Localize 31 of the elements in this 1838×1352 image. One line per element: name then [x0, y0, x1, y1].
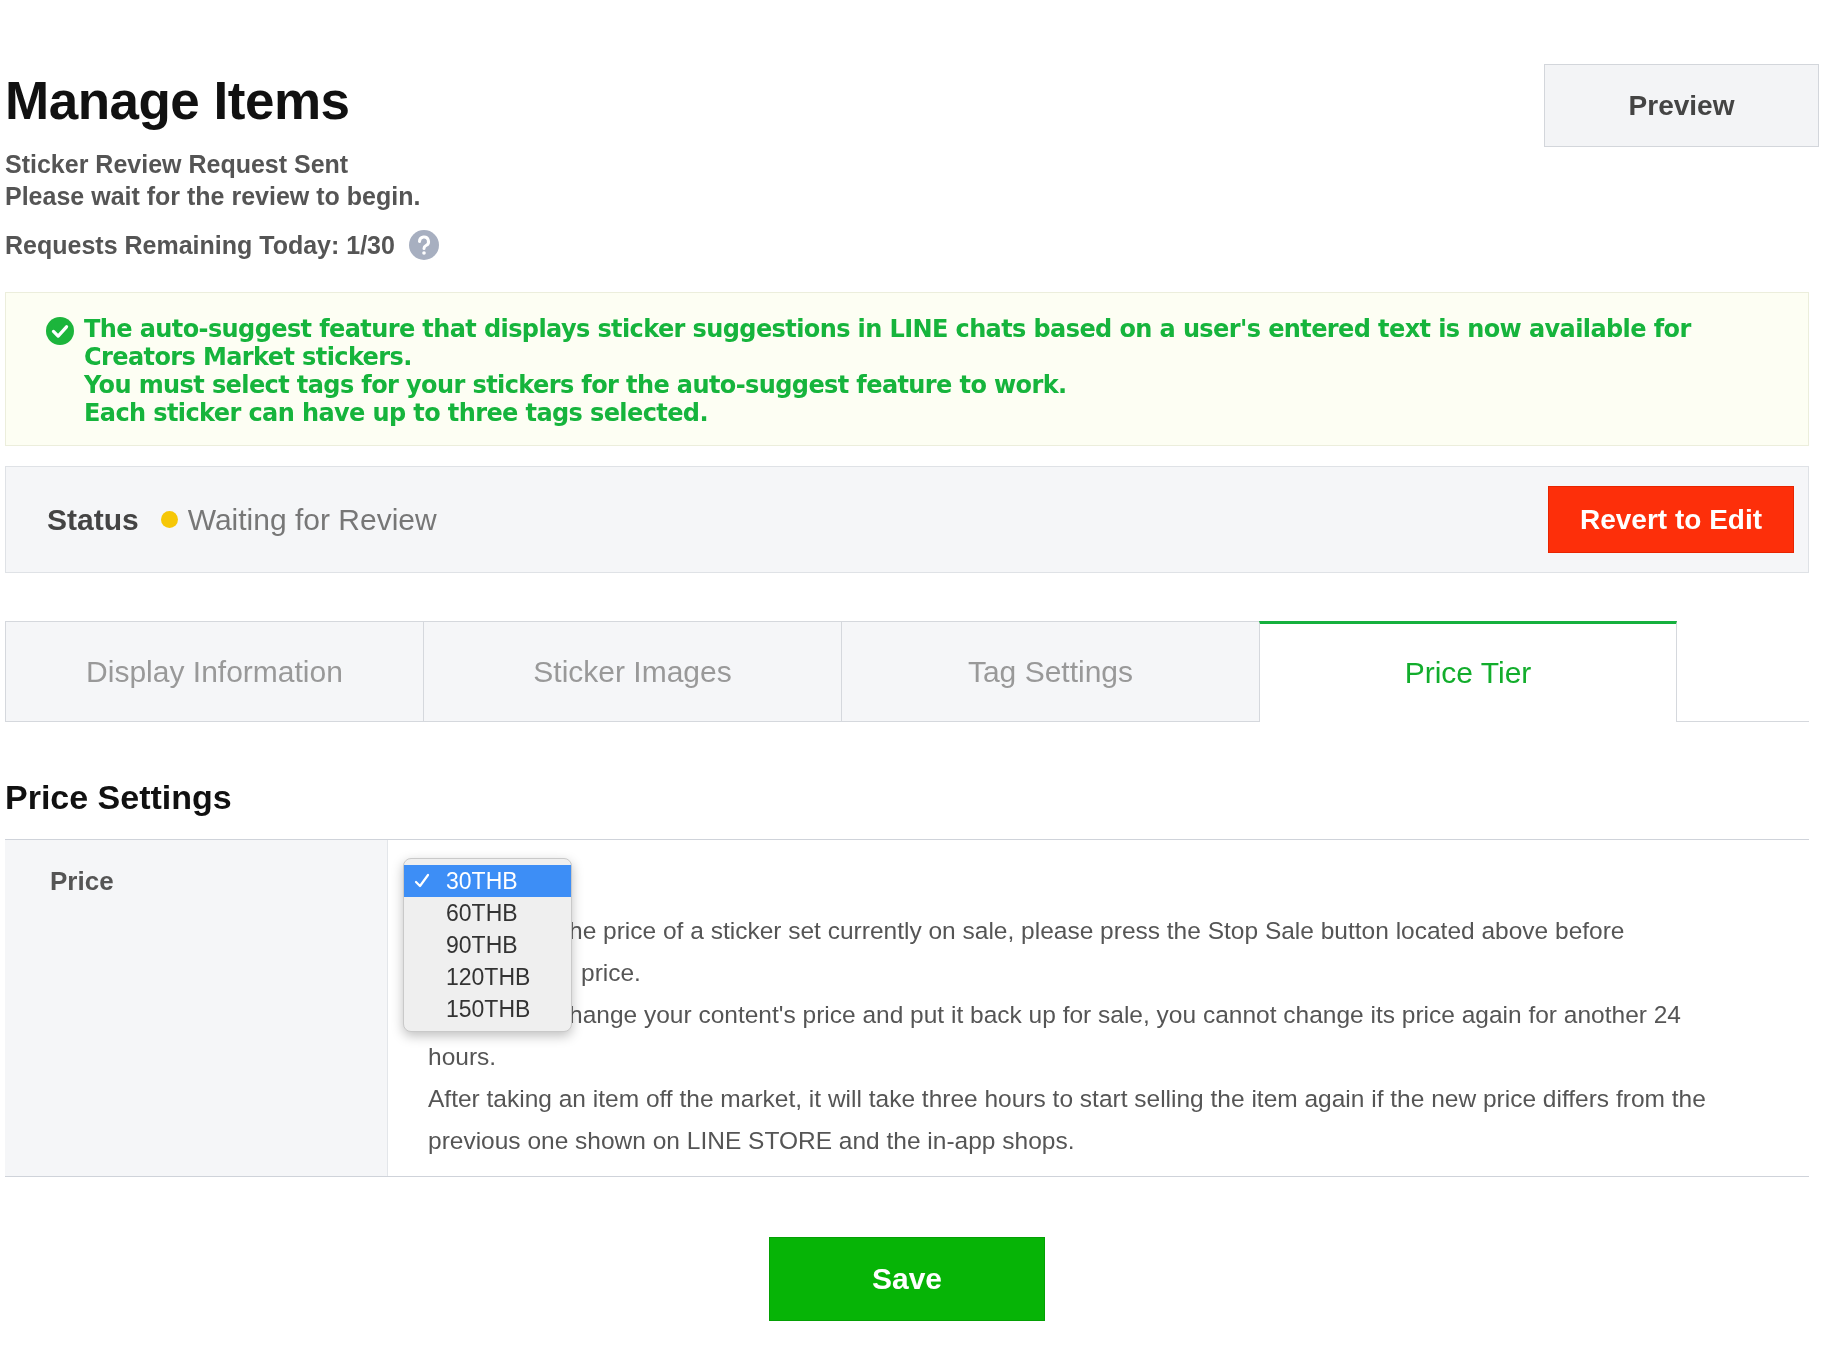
help-icon: [408, 230, 439, 261]
tab[interactable]: Price Tier: [1259, 621, 1677, 723]
dropdown-option[interactable]: 120THB: [404, 961, 571, 994]
requests-remaining: Requests Remaining Today: 1/30: [5, 230, 395, 260]
check-circle-icon: [46, 317, 74, 346]
page-title: Manage Items: [5, 72, 351, 131]
review-heading: Sticker Review Request Sent: [5, 149, 350, 181]
preview-button[interactable]: Preview: [1544, 64, 1819, 147]
dropdown-option[interactable]: 90THB: [404, 929, 571, 962]
note-text: hours.: [428, 1043, 497, 1071]
tab[interactable]: Tag Settings: [841, 621, 1259, 723]
revert-button[interactable]: Revert to Edit: [1548, 486, 1794, 554]
review-message: Please wait for the review to begin.: [5, 181, 422, 213]
status-dot: [160, 511, 178, 529]
note-text: price.: [581, 958, 641, 989]
checkmark-icon: [414, 873, 430, 890]
section-title: Price Settings: [5, 778, 233, 818]
status-value: Waiting for Review: [187, 502, 437, 537]
notice-text: The auto-suggest feature that displays sticker suggestions in LINE chats based on a user's entered text is now available for Creators Market stickers.: [84, 315, 1693, 372]
status-label: Status: [47, 502, 139, 537]
notice-text: You must select tags for your stickers for the auto-suggest feature to work.: [84, 371, 1068, 400]
tab[interactable]: Display Information: [5, 621, 423, 723]
price-label: Price: [50, 866, 114, 897]
notice-text: Each sticker can have up to three tags selected.: [84, 399, 709, 428]
note-text: hange your content's price and put it back up for sale, you cannot change its price again for another 24: [569, 1000, 1681, 1031]
tab[interactable]: Sticker Images: [423, 621, 841, 723]
dropdown-option[interactable]: 30THB: [404, 865, 571, 898]
save-button[interactable]: Save: [769, 1237, 1045, 1322]
dropdown-option[interactable]: 60THB: [404, 897, 571, 930]
dropdown-option[interactable]: 150THB: [404, 993, 571, 1026]
note-text: After taking an item off the market, it will take three hours to start selling the item again if the new price differs from the previous one shown on LINE STORE and the in-app shops.: [428, 1085, 1706, 1155]
